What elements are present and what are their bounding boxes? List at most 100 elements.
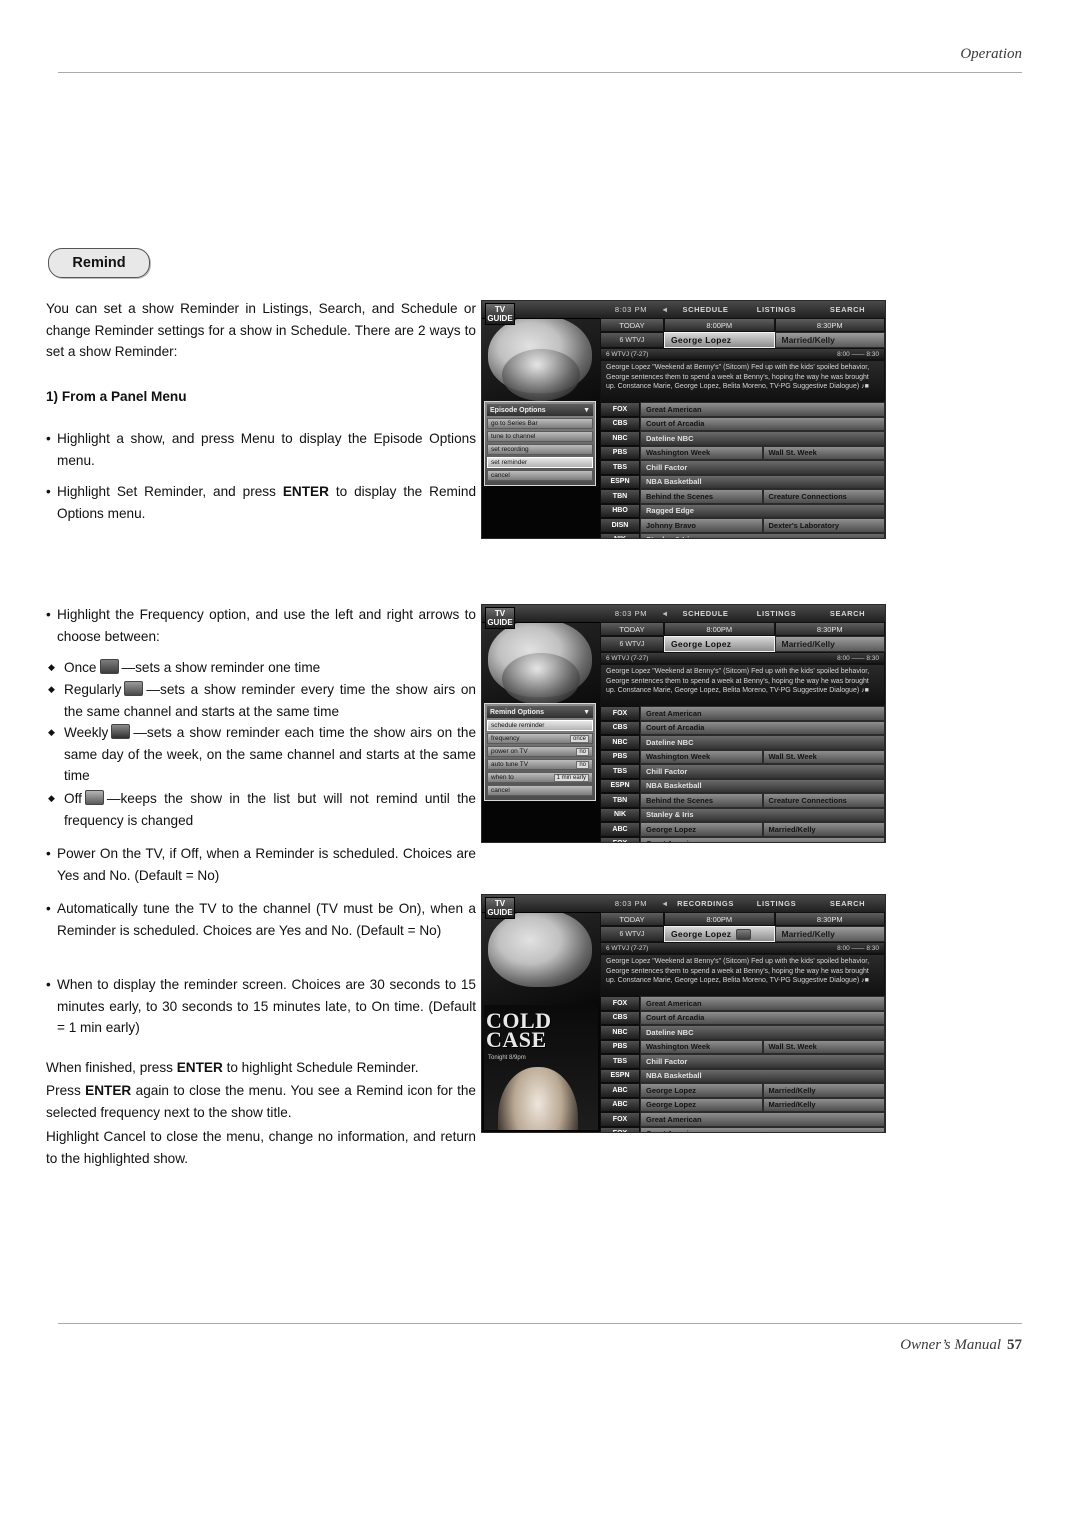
- left-arrow-icon[interactable]: ◄: [660, 305, 670, 314]
- program-cell[interactable]: Washington Week: [640, 1039, 763, 1054]
- adjacent-program-cell[interactable]: Married/Kelly: [774, 636, 885, 652]
- panel-item-tune-to-channel[interactable]: tune to channel: [487, 431, 593, 442]
- table-row[interactable]: FOXGreat American: [600, 1112, 885, 1127]
- table-row[interactable]: NIKStanley & Iris: [600, 532, 885, 538]
- program-cell[interactable]: Chill Factor: [640, 1054, 885, 1069]
- program-cell[interactable]: Great American: [640, 1112, 885, 1127]
- table-row[interactable]: ESPN NBA Basketball: [600, 1068, 885, 1083]
- program-cell-2[interactable]: Married/Kelly: [762, 1097, 885, 1112]
- table-row[interactable]: FOXGreat American: [600, 402, 885, 417]
- table-row[interactable]: ABC George Lopez Married/Kelly: [600, 822, 885, 837]
- program-cell[interactable]: Stanley & Iris: [640, 532, 885, 538]
- program-cell[interactable]: Washington Week: [640, 445, 763, 460]
- left-arrow-icon[interactable]: ◄: [660, 609, 670, 618]
- table-row[interactable]: NBC Dateline NBC: [600, 431, 885, 446]
- table-row[interactable]: ESPN NBA Basketball: [600, 474, 885, 489]
- program-cell-2[interactable]: Dexter's Laboratory: [762, 518, 885, 533]
- program-cell[interactable]: Dateline NBC: [640, 431, 885, 446]
- program-cell[interactable]: Great American: [640, 402, 885, 417]
- program-cell[interactable]: Court of Arcadia: [640, 720, 885, 735]
- program-cell-2[interactable]: Wall St. Week: [762, 445, 885, 460]
- tab-listings[interactable]: LISTINGS: [741, 899, 812, 908]
- program-cell[interactable]: Behind the Scenes: [640, 793, 763, 808]
- table-row[interactable]: ESPN NBA Basketball: [600, 778, 885, 793]
- panel-item-auto-tune-tv[interactable]: auto tune TV no: [487, 759, 593, 770]
- panel-scroll-icon[interactable]: ▼: [583, 407, 590, 414]
- panel-item-value[interactable]: no: [576, 747, 589, 756]
- table-row[interactable]: TBS Chill Factor: [600, 460, 885, 475]
- table-row[interactable]: TBN Behind the Scenes Creature Connections: [600, 489, 885, 504]
- table-row[interactable]: CBS Court of Arcadia: [600, 1010, 885, 1025]
- table-row[interactable]: NIKStanley & Iris: [600, 807, 885, 822]
- program-cell[interactable]: NBA Basketball: [640, 778, 885, 793]
- table-row[interactable]: NBC Dateline NBC: [600, 1025, 885, 1040]
- tab-recordings[interactable]: RECORDINGS: [670, 899, 741, 908]
- program-cell[interactable]: Great American: [640, 996, 885, 1011]
- table-row[interactable]: ABC George Lopez Married/Kelly: [600, 1083, 885, 1098]
- panel-item-set-reminder[interactable]: set reminder: [487, 457, 593, 468]
- table-row[interactable]: CBS Court of Arcadia: [600, 416, 885, 431]
- program-cell[interactable]: NBA Basketball: [640, 1068, 885, 1083]
- panel-item-value[interactable]: 1 min early: [553, 773, 589, 782]
- program-cell-2[interactable]: Wall St. Week: [762, 749, 885, 764]
- table-row[interactable]: DISN Johnny Bravo Dexter's Laboratory: [600, 518, 885, 533]
- panel-item-value[interactable]: once: [569, 734, 589, 743]
- panel-item-when-to[interactable]: when to 1 min early: [487, 772, 593, 783]
- program-cell-2[interactable]: Married/Kelly: [762, 822, 885, 837]
- table-row[interactable]: FOXGreat American: [600, 836, 885, 842]
- panel-item-cancel[interactable]: cancel: [487, 470, 593, 481]
- program-cell-2[interactable]: Wall St. Week: [762, 1039, 885, 1054]
- program-cell[interactable]: Great American: [640, 836, 885, 842]
- panel-item-go-to-series-bar[interactable]: go to Series Bar: [487, 418, 593, 429]
- table-row[interactable]: FOXGreat American: [600, 706, 885, 721]
- program-cell[interactable]: Dateline NBC: [640, 1025, 885, 1040]
- table-row[interactable]: TBS Chill Factor: [600, 1054, 885, 1069]
- table-row[interactable]: HBO Ragged Edge: [600, 503, 885, 518]
- program-cell[interactable]: George Lopez: [640, 822, 763, 837]
- panel-item-value[interactable]: no: [576, 760, 589, 769]
- panel-item-cancel[interactable]: cancel: [487, 785, 593, 796]
- program-cell[interactable]: Great American: [640, 706, 885, 721]
- tab-schedule[interactable]: SCHEDULE: [670, 609, 741, 618]
- table-row[interactable]: TBS Chill Factor: [600, 764, 885, 779]
- tab-listings[interactable]: LISTINGS: [741, 305, 812, 314]
- selected-program-cell[interactable]: George Lopez: [664, 332, 775, 348]
- table-row[interactable]: PBS Washington Week Wall St. Week: [600, 749, 885, 764]
- panel-item-set-recording[interactable]: set recording: [487, 444, 593, 455]
- left-arrow-icon[interactable]: ◄: [660, 899, 670, 908]
- table-row[interactable]: NBC Dateline NBC: [600, 735, 885, 750]
- panel-item-schedule-reminder[interactable]: schedule reminder: [487, 720, 593, 731]
- table-row[interactable]: ABC George Lopez Married/Kelly: [600, 1097, 885, 1112]
- adjacent-program-cell[interactable]: Married/Kelly: [774, 926, 885, 942]
- program-cell[interactable]: Stanley & Iris: [640, 807, 885, 822]
- panel-item-power-on-tv[interactable]: power on TV no: [487, 746, 593, 757]
- program-cell-2[interactable]: Married/Kelly: [762, 1083, 885, 1098]
- tab-schedule[interactable]: SCHEDULE: [670, 305, 741, 314]
- program-cell[interactable]: George Lopez: [640, 1097, 763, 1112]
- table-row[interactable]: CBS Court of Arcadia: [600, 720, 885, 735]
- program-cell-2[interactable]: Creature Connections: [762, 489, 885, 504]
- tab-search[interactable]: SEARCH: [812, 609, 883, 618]
- program-cell[interactable]: Johnny Bravo: [640, 518, 763, 533]
- program-cell-2[interactable]: Creature Connections: [762, 793, 885, 808]
- program-cell[interactable]: Dateline NBC: [640, 735, 885, 750]
- program-cell[interactable]: Great American: [640, 1126, 885, 1132]
- table-row[interactable]: PBS Washington Week Wall St. Week: [600, 445, 885, 460]
- tab-listings[interactable]: LISTINGS: [741, 609, 812, 618]
- program-cell[interactable]: Ragged Edge: [640, 503, 885, 518]
- program-cell[interactable]: Chill Factor: [640, 460, 885, 475]
- panel-scroll-icon[interactable]: ▼: [583, 709, 590, 716]
- tab-search[interactable]: SEARCH: [812, 899, 883, 908]
- table-row[interactable]: FOXGreat American: [600, 1126, 885, 1132]
- program-cell[interactable]: Behind the Scenes: [640, 489, 763, 504]
- table-row[interactable]: PBS Washington Week Wall St. Week: [600, 1039, 885, 1054]
- selected-program-cell[interactable]: George Lopez: [664, 636, 775, 652]
- panel-item-frequency[interactable]: frequency once: [487, 733, 593, 744]
- program-cell[interactable]: George Lopez: [640, 1083, 763, 1098]
- tab-search[interactable]: SEARCH: [812, 305, 883, 314]
- selected-program-cell[interactable]: George Lopez: [664, 926, 775, 942]
- adjacent-program-cell[interactable]: Married/Kelly: [774, 332, 885, 348]
- table-row[interactable]: FOXGreat American: [600, 996, 885, 1011]
- program-cell[interactable]: Washington Week: [640, 749, 763, 764]
- program-cell[interactable]: NBA Basketball: [640, 474, 885, 489]
